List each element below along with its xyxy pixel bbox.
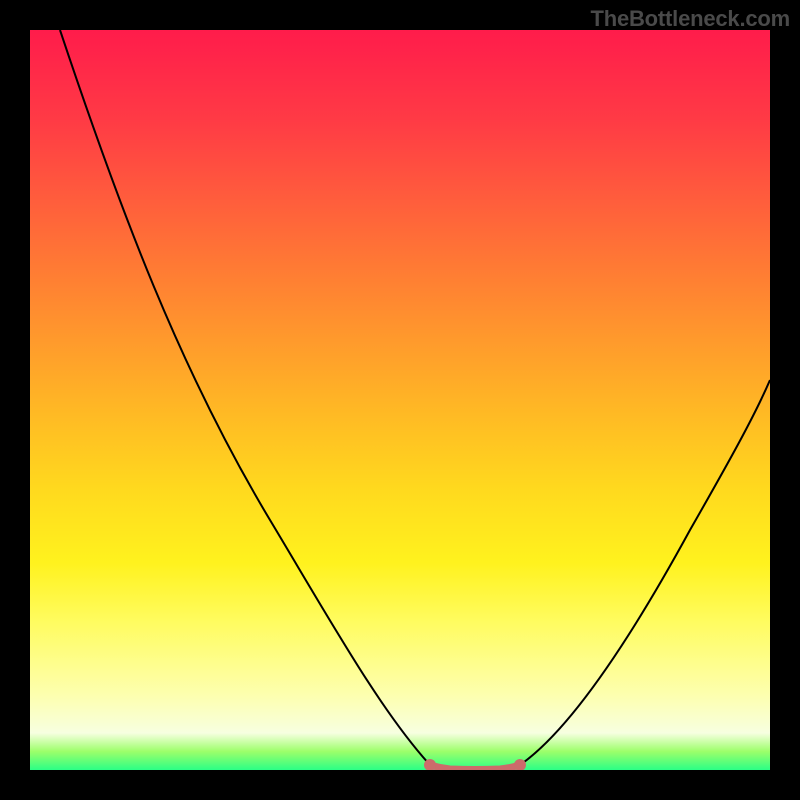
right-dot — [514, 759, 526, 770]
chart-stage: TheBottleneck.com — [0, 0, 800, 800]
flat-min-highlight — [430, 765, 520, 770]
watermark-text: TheBottleneck.com — [590, 6, 790, 32]
curves-svg — [30, 30, 770, 770]
plot-area — [30, 30, 770, 770]
left-curve — [60, 30, 430, 765]
right-curve — [520, 380, 770, 765]
left-dot — [424, 759, 436, 770]
